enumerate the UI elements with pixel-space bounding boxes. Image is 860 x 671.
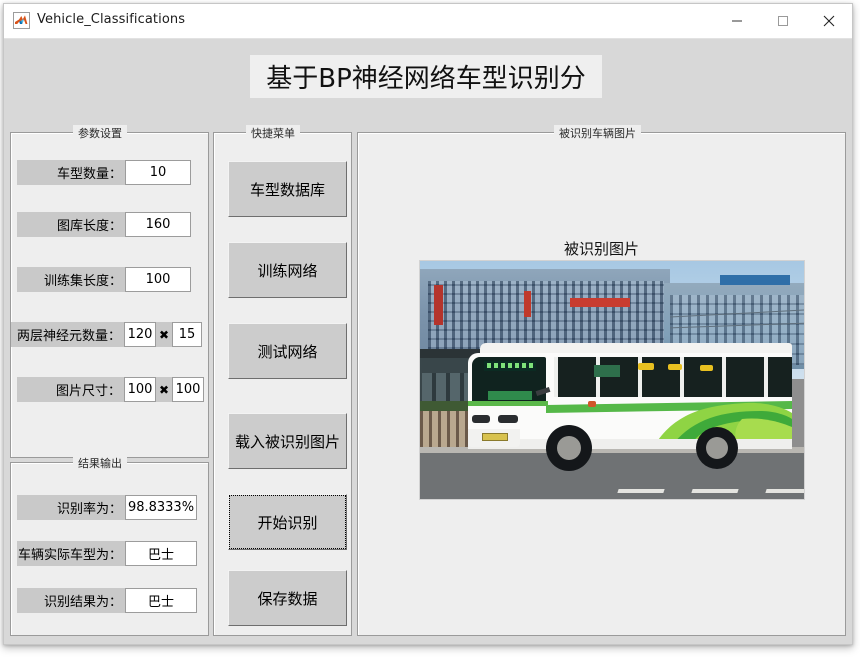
image-width-input[interactable]: 100 xyxy=(124,377,156,402)
load-image-button[interactable]: 载入被识别图片 xyxy=(228,413,347,469)
handrail-3 xyxy=(700,365,713,371)
signage-red-banner xyxy=(570,298,630,307)
recognition-result-value: 巴士 xyxy=(125,588,197,613)
headlight-left xyxy=(472,415,490,423)
parameters-panel: 参数设置 车型数量： 10 图库长度： 160 训练集长度： 100 两层神经元… xyxy=(10,125,209,458)
bus-rear-wheel xyxy=(696,427,738,469)
save-data-button[interactable]: 保存数据 xyxy=(228,570,347,626)
road-marking-3 xyxy=(765,489,804,493)
parameters-panel-title: 参数设置 xyxy=(73,125,127,141)
app-window: Vehicle_Classifications 基于BP神经网络车型识别分 参数… xyxy=(3,3,853,645)
signage-red-small xyxy=(524,291,531,317)
vehicle-database-button[interactable]: 车型数据库 xyxy=(228,161,347,217)
training-set-length-input[interactable]: 100 xyxy=(125,267,191,292)
multiply-icon: ✖ xyxy=(156,322,172,347)
destination-sign-text xyxy=(487,363,533,368)
maximize-button[interactable] xyxy=(760,4,806,37)
test-network-button[interactable]: 测试网络 xyxy=(228,323,347,379)
results-panel-title: 结果输出 xyxy=(73,455,127,471)
actual-type-value: 巴士 xyxy=(125,541,197,566)
library-length-input[interactable]: 160 xyxy=(125,212,191,237)
title-bar: Vehicle_Classifications xyxy=(4,4,852,39)
interior-seat xyxy=(594,365,620,377)
image-height-input[interactable]: 100 xyxy=(172,377,204,402)
save-data-button-label: 保存数据 xyxy=(257,589,318,608)
vehicle-count-input[interactable]: 10 xyxy=(125,160,191,185)
rear-wheel-hub xyxy=(706,437,728,459)
close-button[interactable] xyxy=(806,4,852,37)
headlight-right xyxy=(498,415,518,423)
vehicle-count-label: 车型数量： xyxy=(17,160,125,185)
neuron-counts-label: 两层神经元数量： xyxy=(11,322,124,347)
road-marking-2 xyxy=(691,489,739,493)
signage-red-vertical xyxy=(434,285,443,325)
vehicle-image-panel: 被识别车辆图片 被识别图片 xyxy=(357,125,846,636)
bus xyxy=(462,343,792,471)
multiply-icon: ✖ xyxy=(156,377,172,402)
handrail-1 xyxy=(638,363,654,370)
vehicle-image-panel-title: 被识别车辆图片 xyxy=(554,125,641,141)
app-banner: 基于BP神经网络车型识别分 xyxy=(250,55,602,98)
front-wheel-hub xyxy=(557,436,581,460)
marker-light xyxy=(588,401,596,407)
license-plate xyxy=(482,433,508,441)
image-size-label: 图片尺寸： xyxy=(17,377,124,402)
handrail-2 xyxy=(668,364,682,370)
start-recognition-button-label: 开始识别 xyxy=(257,513,318,532)
minimize-button[interactable] xyxy=(714,4,760,37)
accuracy-label: 识别率为： xyxy=(17,495,125,520)
quick-menu-panel-title: 快捷菜单 xyxy=(246,125,300,141)
front-green-stripe xyxy=(468,401,548,406)
start-recognition-button[interactable]: 开始识别 xyxy=(228,494,347,550)
library-length-label: 图库长度： xyxy=(17,212,125,237)
matlab-icon xyxy=(13,12,30,29)
vehicle-database-button-label: 车型数据库 xyxy=(249,180,325,199)
quick-menu-panel: 快捷菜单 车型数据库 训练网络 测试网络 载入被识别图片 开始识别 保存数据 xyxy=(213,125,352,636)
road-marking-1 xyxy=(617,489,665,493)
signage-blue-banner xyxy=(720,275,790,285)
recognized-vehicle-photo xyxy=(419,260,805,500)
route-plate xyxy=(488,391,532,400)
load-image-button-label: 载入被识别图片 xyxy=(234,432,340,451)
results-panel: 结果输出 识别率为： 98.8333% 车辆实际车型为： 巴士 识别结果为： 巴… xyxy=(10,455,209,636)
banner-text: 基于BP神经网络车型识别分 xyxy=(266,64,586,94)
test-network-button-label: 测试网络 xyxy=(257,342,318,361)
train-network-button[interactable]: 训练网络 xyxy=(228,242,347,298)
recognition-result-label: 识别结果为： xyxy=(17,588,125,613)
bus-front-wheel xyxy=(546,425,592,471)
actual-type-label: 车辆实际车型为： xyxy=(17,541,125,566)
axes-title: 被识别图片 xyxy=(563,240,639,258)
neuron-layer2-input[interactable]: 15 xyxy=(172,322,202,347)
training-set-length-label: 训练集长度： xyxy=(17,267,125,292)
train-network-button-label: 训练网络 xyxy=(257,261,318,280)
window-title: Vehicle_Classifications xyxy=(37,12,186,27)
neuron-layer1-input[interactable]: 120 xyxy=(124,322,156,347)
window-pillars xyxy=(554,357,792,397)
accuracy-value: 98.8333% xyxy=(125,495,197,520)
